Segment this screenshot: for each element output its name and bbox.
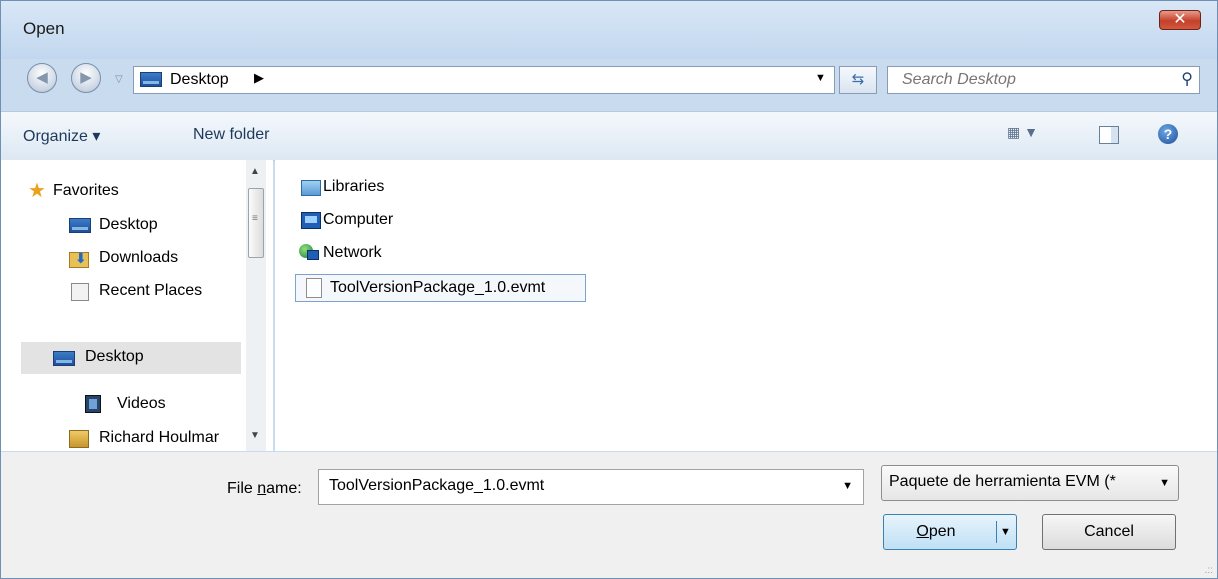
file-name-label: File name: bbox=[227, 480, 302, 497]
nav-item-desktop[interactable]: Desktop bbox=[99, 216, 158, 234]
open-dialog: Open ✕ ◀ ▶ ▽ Desktop ▶ ▼ ⇆ ⚲ Organize ▾ … bbox=[0, 0, 1218, 579]
file-name-dropdown-icon[interactable]: ▼ bbox=[842, 480, 853, 492]
new-folder-button[interactable]: New folder bbox=[193, 126, 269, 144]
nav-scrollbar[interactable]: ▲ ≡ ▼ bbox=[246, 160, 266, 451]
cancel-button[interactable]: Cancel bbox=[1042, 514, 1176, 550]
forward-button[interactable]: ▶ bbox=[71, 63, 101, 93]
desktop-icon bbox=[53, 351, 75, 366]
open-button-label: Open bbox=[916, 523, 956, 540]
file-name-input[interactable] bbox=[327, 476, 831, 496]
list-item-selected-file[interactable]: ToolVersionPackage_1.0.evmt bbox=[295, 274, 586, 302]
nav-favorites[interactable]: Favorites bbox=[53, 182, 119, 200]
nav-desktop[interactable]: Desktop bbox=[85, 348, 144, 366]
address-dropdown-icon[interactable]: ▼ bbox=[815, 72, 826, 84]
address-location[interactable]: Desktop bbox=[170, 71, 229, 89]
address-bar[interactable]: Desktop ▶ ▼ bbox=[133, 66, 835, 94]
bottom-panel: File name: ▼ Paquete de herramienta EVM … bbox=[1, 452, 1217, 578]
network-icon bbox=[299, 244, 319, 262]
open-split-dropdown-icon[interactable]: ▼ bbox=[1000, 515, 1011, 549]
close-icon: ✕ bbox=[1173, 11, 1187, 28]
refresh-icon: ⇆ bbox=[851, 71, 865, 88]
file-type-dropdown-icon[interactable]: ▼ bbox=[1159, 477, 1170, 489]
file-name-combobox[interactable]: ▼ bbox=[318, 469, 864, 505]
search-input[interactable] bbox=[900, 70, 1164, 90]
navigation-pane: ★ Favorites Desktop ⬇ Downloads Recent P… bbox=[1, 160, 273, 451]
file-list: Libraries Computer Network ToolVersionPa… bbox=[275, 160, 1217, 451]
libraries-icon bbox=[301, 180, 321, 196]
file-type-value: Paquete de herramienta EVM (* bbox=[889, 473, 1116, 490]
window-title: Open bbox=[23, 19, 65, 38]
scroll-thumb[interactable]: ≡ bbox=[248, 188, 264, 258]
back-arrow-icon: ◀ bbox=[36, 69, 48, 86]
help-icon[interactable]: ? bbox=[1158, 124, 1178, 144]
document-icon bbox=[306, 278, 322, 298]
downloads-icon: ⬇ bbox=[69, 250, 89, 268]
open-button[interactable]: Open ▼ bbox=[883, 514, 1017, 550]
title-bar: Open ✕ bbox=[1, 1, 1217, 59]
toolbar: Organize ▾ New folder ▦ ▼ ? bbox=[1, 111, 1217, 161]
address-row: ◀ ▶ ▽ Desktop ▶ ▼ ⇆ ⚲ bbox=[1, 59, 1217, 105]
videos-icon bbox=[85, 395, 101, 413]
nav-item-videos[interactable]: Videos bbox=[117, 395, 166, 413]
search-icon[interactable]: ⚲ bbox=[1181, 69, 1193, 89]
list-item-network[interactable]: Network bbox=[323, 244, 382, 262]
refresh-button[interactable]: ⇆ bbox=[839, 66, 877, 94]
nav-item-recent-places[interactable]: Recent Places bbox=[99, 282, 202, 300]
breadcrumb-arrow-icon[interactable]: ▶ bbox=[254, 70, 264, 86]
scroll-down-icon[interactable]: ▼ bbox=[250, 430, 260, 441]
file-name-label: ToolVersionPackage_1.0.evmt bbox=[330, 279, 546, 296]
file-type-select[interactable]: Paquete de herramienta EVM (* ▼ bbox=[881, 465, 1179, 501]
recent-locations-dropdown[interactable]: ▽ bbox=[115, 74, 123, 85]
nav-item-downloads[interactable]: Downloads bbox=[99, 249, 178, 267]
desktop-icon bbox=[69, 218, 91, 233]
computer-icon bbox=[301, 212, 321, 229]
favorites-star-icon: ★ bbox=[28, 180, 46, 202]
scroll-up-icon[interactable]: ▲ bbox=[250, 166, 260, 177]
list-item-computer[interactable]: Computer bbox=[323, 211, 393, 229]
preview-pane-icon[interactable] bbox=[1099, 126, 1119, 144]
organize-button[interactable]: Organize ▾ bbox=[23, 126, 100, 146]
list-item-libraries[interactable]: Libraries bbox=[323, 178, 384, 196]
search-box[interactable]: ⚲ bbox=[887, 66, 1200, 94]
back-button[interactable]: ◀ bbox=[27, 63, 57, 93]
forward-arrow-icon: ▶ bbox=[80, 69, 92, 86]
close-button[interactable]: ✕ bbox=[1159, 10, 1201, 30]
recent-places-icon bbox=[71, 283, 89, 301]
nav-item-user[interactable]: Richard Houlmar bbox=[99, 429, 243, 447]
resize-grip-icon[interactable]: .:: bbox=[1205, 565, 1213, 576]
views-icon[interactable]: ▦ ▼ bbox=[1007, 124, 1038, 141]
user-folder-icon bbox=[69, 430, 89, 448]
desktop-icon bbox=[140, 72, 162, 87]
